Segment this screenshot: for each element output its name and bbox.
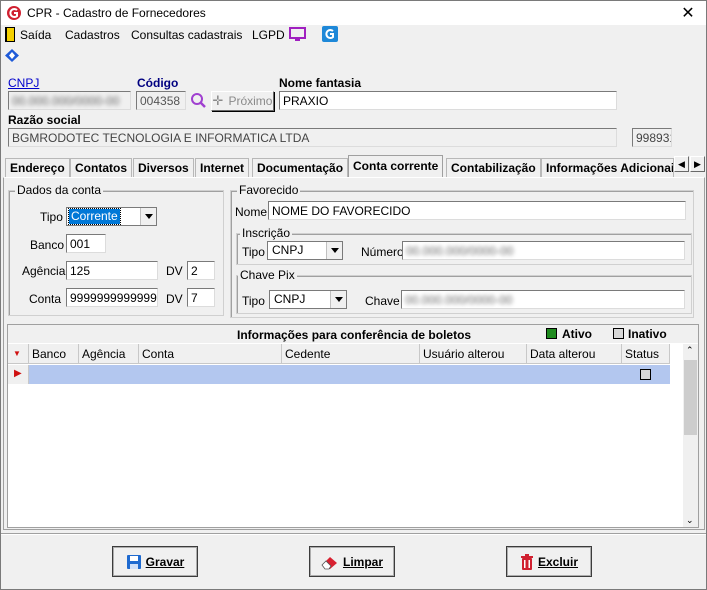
ativo-legend-swatch (546, 328, 557, 339)
table-row[interactable]: ▶ (8, 365, 670, 384)
row-indicator: ▶ (8, 365, 29, 384)
arrow-left-icon: ◀ (678, 158, 685, 169)
arrow-right-icon: ▶ (694, 158, 701, 169)
favorecido-legend: Favorecido (237, 183, 301, 197)
agencia-field[interactable]: 125 (66, 261, 158, 280)
g-app-icon[interactable] (322, 26, 338, 42)
cnpj-link[interactable]: CNPJ (8, 76, 39, 90)
ativo-label: Ativo (562, 327, 592, 341)
razao-social-label: Razão social (8, 113, 81, 127)
agencia-dv-field[interactable]: 2 (187, 261, 215, 280)
chave-field[interactable]: 00.000.000/0000-00 (401, 290, 685, 309)
codigo-field[interactable]: 004358 (136, 91, 186, 110)
nome-favorecido-field[interactable]: NOME DO FAVORECIDO (268, 201, 686, 220)
tab-strip: Endereço Contatos Diversos Internet Docu… (1, 155, 706, 177)
tab-diversos[interactable]: Diversos (133, 158, 194, 177)
dados-conta-legend: Dados da conta (15, 183, 104, 197)
tab-documentacao[interactable]: Documentação (252, 158, 349, 177)
scroll-down-icon[interactable]: ⌄ (686, 515, 694, 526)
inativo-legend-swatch (613, 328, 624, 339)
tipo-conta-select[interactable]: Corrente (66, 207, 157, 226)
numero-field[interactable]: 00.000.000/0000-00 (402, 241, 685, 260)
title-bar: CPR - Cadastro de Fornecedores ✕ (1, 1, 706, 25)
tipo-label: Tipo (40, 210, 63, 224)
nome-fantasia-label: Nome fantasia (279, 76, 362, 90)
grid-title-bar: Informações para conferência de boletos … (8, 325, 698, 343)
plus-icon: ✛ (212, 93, 224, 108)
inscricao-tipo-select[interactable]: CNPJ (267, 241, 343, 260)
conta-label: Conta (29, 292, 62, 306)
tab-internet[interactable]: Internet (195, 158, 250, 177)
app-logo-icon (7, 6, 21, 20)
menu-saida[interactable]: Saída (20, 28, 51, 42)
col-banco[interactable]: Banco (29, 344, 79, 364)
tab-contatos[interactable]: Contatos (70, 158, 132, 177)
diamond-arrows-icon[interactable] (5, 49, 19, 62)
cnpj-field[interactable]: 00.000.000/0000-00 (8, 91, 131, 110)
col-cedente[interactable]: Cedente (282, 344, 420, 364)
grid-vscrollbar[interactable]: ⌃ ⌄ (683, 344, 698, 527)
proximo-button[interactable]: ✛ Próximo (211, 91, 274, 111)
monitor-icon[interactable] (289, 27, 306, 42)
col-usuario-alterou[interactable]: Usuário alterou (420, 344, 527, 364)
save-icon (126, 554, 141, 569)
status-checkbox[interactable] (640, 369, 651, 380)
banco-field[interactable]: 001 (66, 234, 106, 253)
tab-informacoes-adicionais[interactable]: Informações Adicionai (541, 158, 674, 177)
trash-icon (520, 553, 533, 570)
boletos-grid[interactable]: Informações para conferência de boletos … (7, 324, 699, 528)
inscricao-tipo-label: Tipo (242, 245, 265, 259)
conta-dv-label: DV (166, 292, 183, 306)
tab-conta-corrente[interactable]: Conta corrente (348, 155, 444, 177)
pix-tipo-label: Tipo (242, 294, 265, 308)
close-icon[interactable]: ✕ (678, 3, 698, 23)
excluir-button[interactable]: Excluir (506, 546, 592, 577)
chevron-down-icon (140, 208, 156, 225)
side-code-field: 998931 (632, 128, 672, 147)
chave-pix-legend: Chave Pix (238, 268, 297, 282)
conta-field[interactable]: 9999999999999 (66, 288, 158, 307)
limpar-button[interactable]: Limpar (309, 546, 395, 577)
menu-lgpd[interactable]: LGPD (252, 28, 285, 42)
codigo-label: Código (137, 76, 179, 90)
sort-down-icon: ▼ (13, 349, 21, 358)
grid-title: Informações para conferência de boletos (237, 328, 472, 342)
tab-scroll-left[interactable]: ◀ (674, 156, 689, 172)
menu-bar: Saída Cadastros Consultas cadastrais LGP… (1, 25, 706, 45)
banco-label: Banco (30, 238, 65, 252)
conta-dv-field[interactable]: 7 (187, 288, 215, 307)
razao-social-field[interactable]: BGMRODOTEC TECNOLOGIA E INFORMATICA LTDA (8, 128, 617, 147)
inscricao-legend: Inscrição (240, 226, 293, 240)
menu-consultas-cadastrais[interactable]: Consultas cadastrais (131, 28, 242, 42)
scroll-up-icon[interactable]: ⌃ (686, 345, 694, 356)
nome-fantasia-field[interactable]: PRAXIO (279, 91, 617, 110)
agencia-dv-label: DV (166, 264, 183, 278)
search-icon[interactable] (190, 92, 207, 109)
col-data-alterou[interactable]: Data alterou (527, 344, 622, 364)
footer-separator (1, 533, 706, 535)
eraser-icon (321, 556, 337, 569)
agencia-label: Agência (22, 264, 66, 278)
gravar-button[interactable]: Gravar (112, 546, 198, 577)
tab-scroll-right[interactable]: ▶ (690, 156, 705, 172)
scroll-thumb[interactable] (684, 360, 697, 435)
tab-endereco[interactable]: Endereço (5, 158, 70, 177)
chave-label: Chave (365, 294, 400, 308)
window-title: CPR - Cadastro de Fornecedores (27, 6, 206, 20)
menu-cadastros[interactable]: Cadastros (65, 28, 120, 42)
inativo-label: Inativo (628, 327, 667, 341)
col-status[interactable]: Status (622, 344, 670, 364)
exit-door-icon (5, 27, 15, 42)
chevron-down-icon (330, 291, 346, 308)
col-conta[interactable]: Conta (139, 344, 282, 364)
row-indicator-header[interactable]: ▼ (8, 344, 29, 364)
current-row-arrow-icon: ▶ (14, 368, 22, 379)
tab-contabilizacao[interactable]: Contabilização (446, 158, 541, 177)
pix-tipo-select[interactable]: CNPJ (269, 290, 347, 309)
col-agencia[interactable]: Agência (79, 344, 139, 364)
numero-label: Número (361, 245, 404, 259)
row-cells (29, 365, 670, 384)
chevron-down-icon (326, 242, 342, 259)
nome-favorecido-label: Nome (235, 205, 268, 219)
